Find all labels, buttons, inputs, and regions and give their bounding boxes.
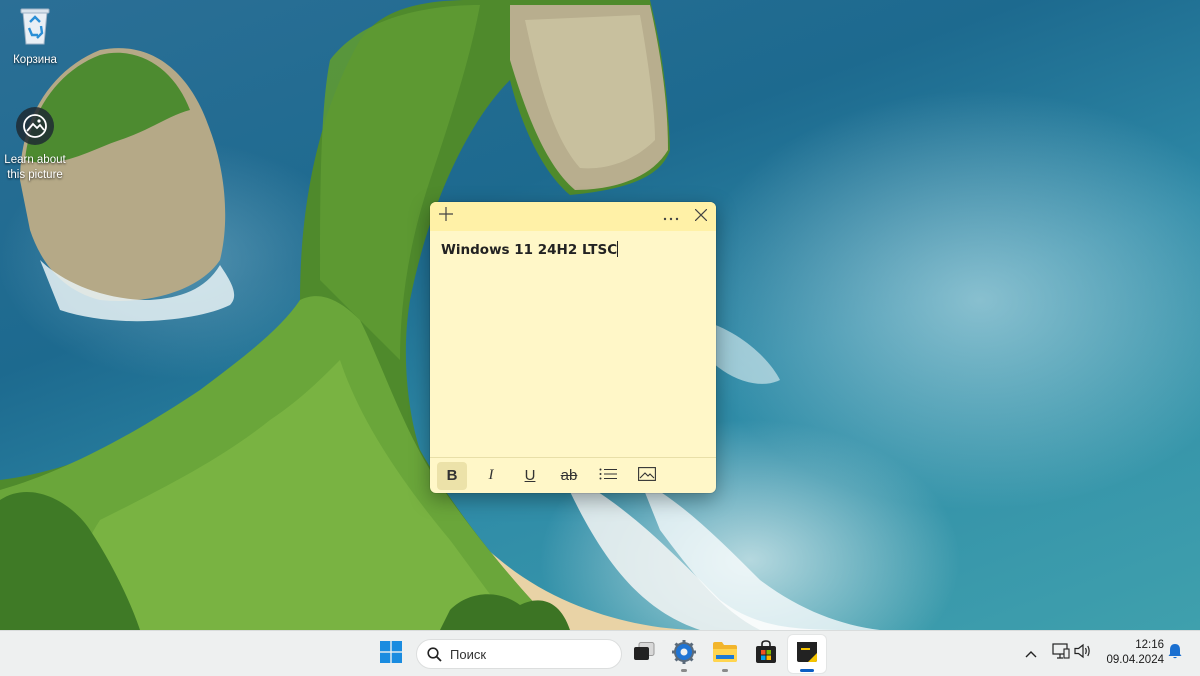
desktop-icon-label: Learn about this picture [4,154,66,181]
image-icon [638,466,656,485]
bullets-button[interactable] [593,462,623,490]
taskbar-app-file-explorer[interactable] [706,635,744,673]
underline-button[interactable]: U [515,462,545,490]
ellipsis-icon [663,208,679,226]
tray-overflow-button[interactable] [1020,631,1042,676]
taskbar-app-sticky-notes[interactable] [788,635,826,673]
desktop-icon-label: Корзина [13,54,57,66]
bold-button[interactable]: B [437,461,467,490]
start-button[interactable] [372,635,410,673]
desktop-icon-learn-about-picture[interactable]: Learn about this picture [0,106,70,183]
search-placeholder: Поиск [450,646,487,662]
task-view-icon [633,641,655,667]
search-icon [427,646,442,662]
windows-logo-icon [380,640,402,668]
gear-icon [672,639,696,669]
tray-network-button[interactable] [1050,631,1072,676]
note-content: Windows 11 24H2 LTSC [441,242,618,258]
sticky-note-titlebar[interactable] [430,202,716,231]
desktop-icon-recycle-bin[interactable]: Корзина [0,4,70,68]
new-note-button[interactable] [432,202,460,231]
sticky-notes-icon [796,641,818,668]
bullet-list-icon [599,467,617,484]
close-icon [694,208,708,226]
taskbar: Поиск 12:16 09.04.2024 [0,630,1200,676]
format-toolbar: B I U ab [430,457,716,493]
notifications-button[interactable] [1164,631,1186,676]
sticky-note-window[interactable]: Windows 11 24H2 LTSC B I U ab [430,202,716,493]
taskbar-app-microsoft-store[interactable] [747,635,785,673]
insert-image-button[interactable] [632,462,662,490]
camera-lens-icon [0,106,70,151]
running-indicator [722,669,728,672]
note-menu-button[interactable] [657,202,685,231]
close-note-button[interactable] [687,202,715,231]
text-caret [617,241,619,257]
network-icon [1052,643,1070,664]
clock-time: 12:16 [1135,639,1164,651]
strikethrough-button[interactable]: ab [554,462,584,490]
taskbar-clock[interactable]: 12:16 09.04.2024 [1102,638,1164,668]
bell-icon [1168,643,1182,664]
taskbar-search-box[interactable]: Поиск [416,639,622,669]
speaker-icon [1074,643,1092,664]
taskbar-app-task-view[interactable] [625,635,663,673]
plus-icon [439,207,453,226]
taskbar-app-settings[interactable] [665,635,703,673]
active-indicator [800,669,814,672]
folder-icon [712,641,738,668]
note-text-editor[interactable]: Windows 11 24H2 LTSC [430,231,716,451]
chevron-up-icon [1025,645,1037,663]
tray-volume-button[interactable] [1072,631,1094,676]
running-indicator [681,669,687,672]
store-bag-icon [754,639,778,669]
italic-button[interactable]: I [476,462,506,490]
recycle-bin-icon [0,4,70,51]
clock-date: 09.04.2024 [1106,654,1164,666]
